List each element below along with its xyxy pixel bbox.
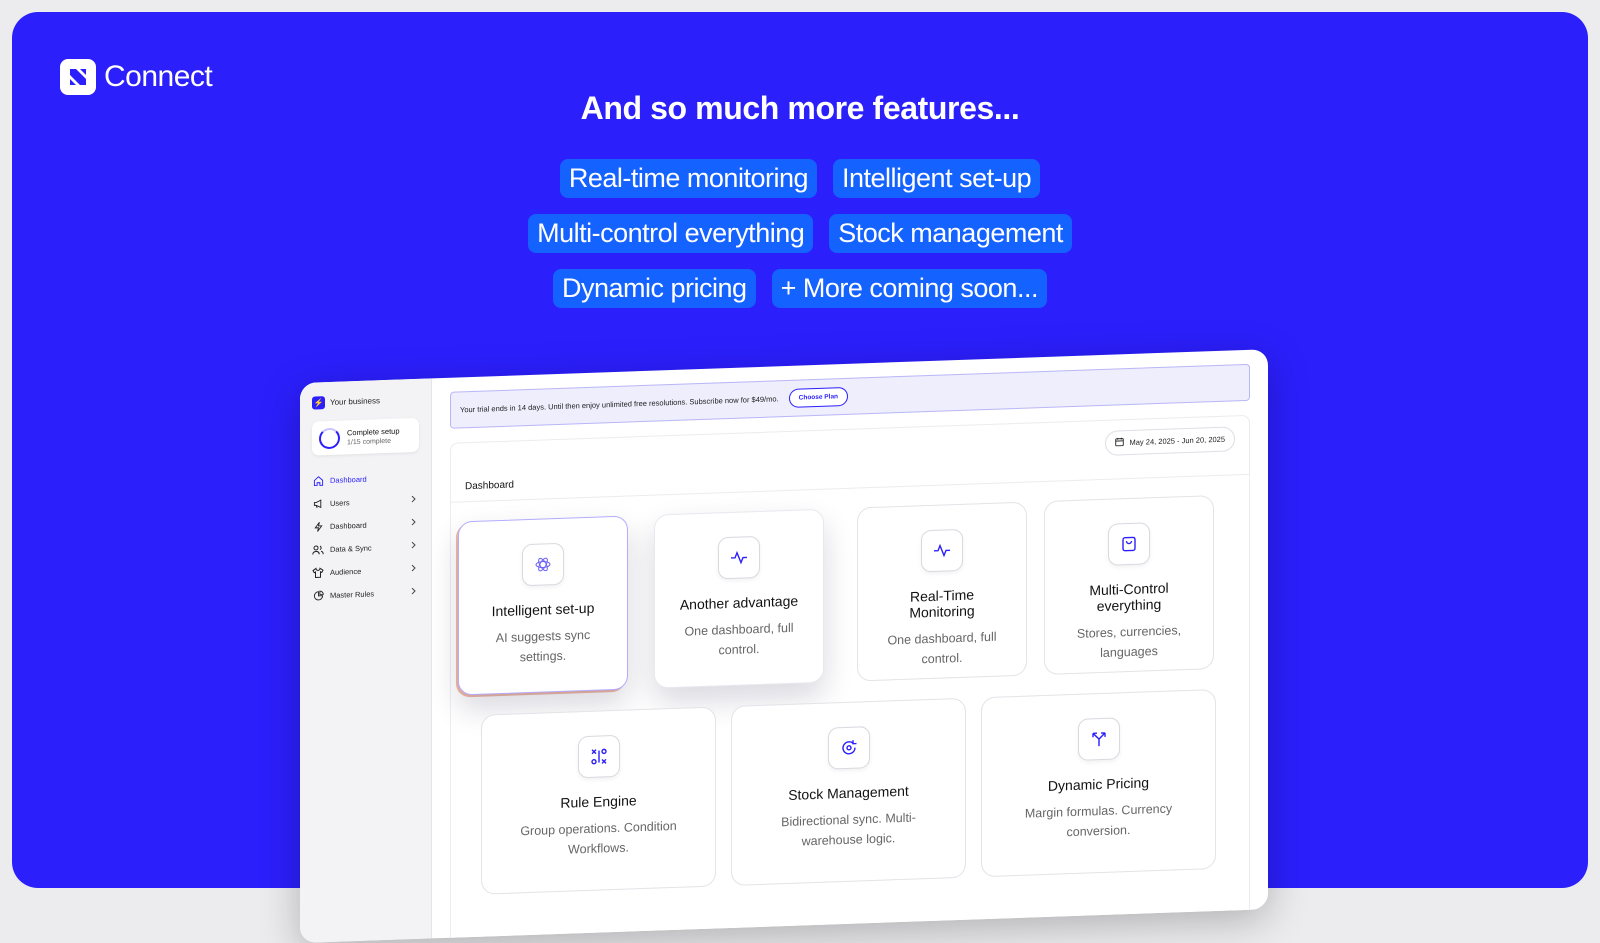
pie-icon [312, 590, 324, 602]
feature-card[interactable]: Dynamic Pricing Margin formulas. Currenc… [981, 689, 1216, 878]
sidebar-item-master-rules[interactable]: Master Rules [312, 581, 419, 608]
feature-card[interactable]: Real-Time Monitoring One dashboard, full… [857, 501, 1027, 682]
split-icon [1077, 717, 1120, 761]
card-title: Another advantage [679, 592, 799, 613]
bag-icon [1108, 522, 1150, 566]
sidebar-item-label: Users [330, 498, 350, 508]
calendar-icon [1114, 437, 1124, 448]
trial-text: Your trial ends in 14 days. Until then e… [460, 394, 779, 415]
sparkle-icon [522, 542, 564, 587]
feature-pill: Dynamic pricing [553, 269, 756, 308]
pulse-icon [921, 528, 963, 573]
date-range-picker[interactable]: May 24, 2025 - Jun 20, 2025 [1104, 426, 1235, 456]
feature-pill-row: Multi-control everything Stock managemen… [12, 214, 1588, 253]
choose-plan-button[interactable]: Choose Plan [788, 386, 849, 408]
feature-pill: Stock management [829, 214, 1072, 253]
megaphone-icon [312, 498, 324, 510]
feature-pill-row: Real-time monitoring Intelligent set-up [12, 159, 1588, 198]
card-title: Stock Management [788, 782, 909, 803]
sidebar-item-label: Dashboard [330, 520, 367, 531]
card-description: One dashboard, full control. [887, 629, 997, 667]
dashboard-panel: May 24, 2025 - Jun 20, 2025 Dashboard In… [450, 414, 1250, 943]
bolt-icon: ⚡ [312, 396, 325, 410]
sidebar-item-label: Master Rules [330, 589, 375, 600]
pulse-icon [718, 535, 760, 580]
chevron-right-icon [410, 495, 417, 505]
feature-pill: Intelligent set-up [832, 159, 1041, 198]
card-title: Multi-Control everything [1089, 579, 1169, 615]
business-name: Your business [330, 396, 380, 407]
users-icon [312, 544, 324, 556]
card-title: Rule Engine [560, 792, 637, 811]
rules-icon [577, 734, 620, 779]
card-description: AI suggests sync settings. [495, 627, 591, 665]
sidebar-item-label: Data & Sync [330, 543, 372, 554]
bolt-icon [312, 521, 324, 533]
setup-progress-card[interactable]: Complete setup 1/15 complete [312, 417, 419, 456]
feature-pill: Real-time monitoring [559, 159, 817, 198]
setup-title: Complete setup [347, 426, 400, 438]
feature-pill: + More coming soon... [771, 269, 1047, 308]
feature-card[interactable]: Multi-Control everything Stores, currenc… [1044, 495, 1214, 676]
date-range-text: May 24, 2025 - Jun 20, 2025 [1129, 434, 1225, 448]
card-description: One dashboard, full control. [684, 620, 794, 658]
card-title: Intelligent set-up [491, 599, 595, 620]
chevron-right-icon [410, 541, 417, 551]
card-title: Real-Time Monitoring [909, 586, 975, 621]
setup-progress-text: 1/15 complete [347, 437, 391, 447]
app-mockup: ⚡ Your business Complete setup 1/15 comp… [300, 329, 1268, 943]
app-window: ⚡ Your business Complete setup 1/15 comp… [300, 349, 1268, 943]
sidebar-item-label: Dashboard [330, 474, 367, 485]
feature-card[interactable]: Rule Engine Group operations. Condition … [481, 706, 716, 895]
feature-card[interactable]: Intelligent set-up AI suggests sync sett… [458, 515, 628, 696]
sidebar-nav: Dashboard Users Dashboard Data & Sync Au… [312, 466, 419, 608]
dashboard-title: Dashboard [465, 479, 514, 493]
card-description: Margin formulas. Currency conversion. [1024, 801, 1173, 840]
main-content: Your trial ends in 14 days. Until then e… [432, 349, 1268, 943]
headline: And so much more features... [580, 90, 1020, 126]
feature-pill: Multi-control everything [528, 214, 814, 253]
card-title: Dynamic Pricing [1047, 774, 1150, 794]
shirt-icon [312, 567, 324, 579]
card-description: Bidirectional sync. Multi-warehouse logi… [781, 810, 916, 849]
chevron-right-icon [410, 518, 417, 528]
feature-pill-row: Dynamic pricing + More coming soon... [12, 269, 1588, 308]
sync-icon [827, 726, 870, 770]
chevron-right-icon [410, 587, 417, 597]
business-switcher[interactable]: ⚡ Your business [312, 393, 419, 410]
chevron-right-icon [410, 564, 417, 574]
feature-card[interactable]: Stock Management Bidirectional sync. Mul… [731, 697, 966, 886]
brand-name: Connect [104, 60, 213, 93]
feature-card[interactable]: Another advantage One dashboard, full co… [654, 508, 824, 689]
home-icon [312, 475, 324, 487]
progress-ring-icon [319, 427, 340, 449]
card-description: Stores, currencies, languages [1076, 623, 1182, 661]
card-description: Group operations. Condition Workflows. [520, 818, 677, 857]
sidebar-item-label: Audience [330, 566, 362, 577]
sidebar: ⚡ Your business Complete setup 1/15 comp… [300, 378, 432, 943]
